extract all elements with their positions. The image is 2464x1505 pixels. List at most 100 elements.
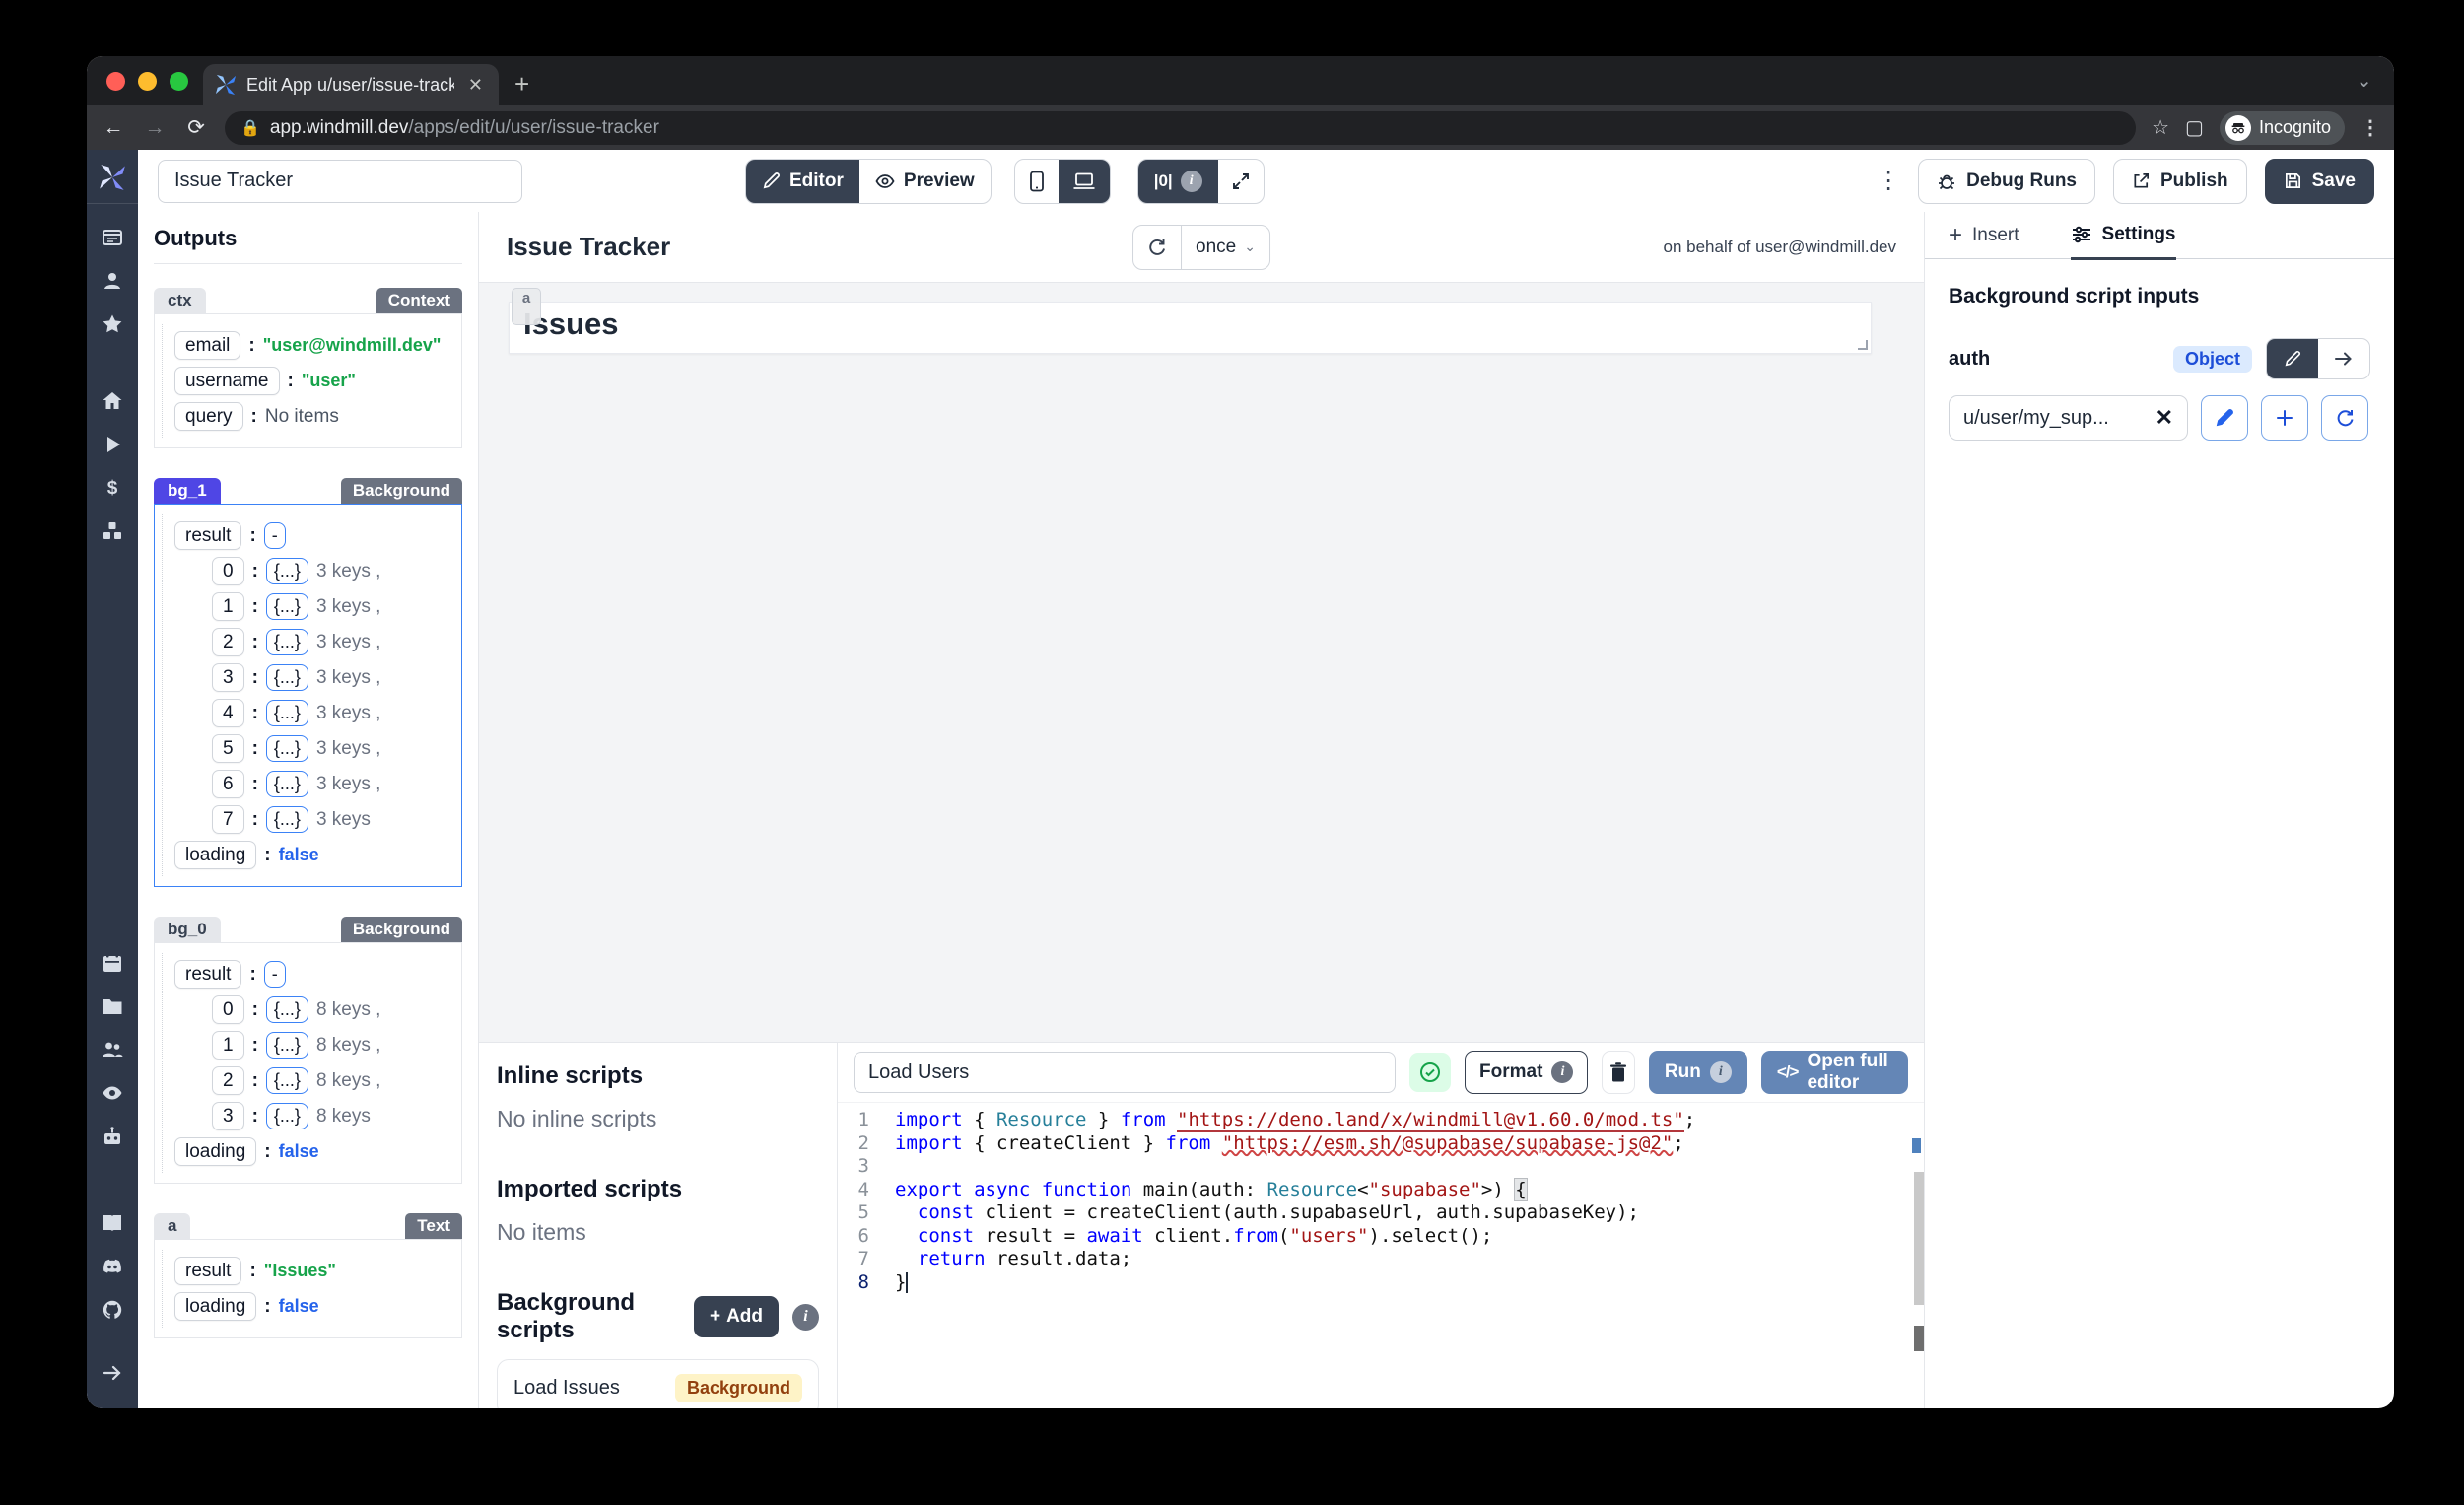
script-name-input[interactable]	[854, 1052, 1396, 1093]
calendar-icon[interactable]	[87, 941, 138, 985]
app-canvas[interactable]: a Issues	[479, 283, 1924, 1042]
home-icon[interactable]	[87, 379, 138, 423]
output-key-pill[interactable]: loading	[174, 1292, 256, 1321]
more-menu-icon[interactable]: ⋮	[1877, 170, 1900, 193]
format-button[interactable]: Formati	[1465, 1051, 1588, 1094]
publish-button[interactable]: Publish	[2113, 159, 2247, 204]
run-button[interactable]: Runi	[1649, 1051, 1747, 1094]
output-section-tab[interactable]: bg_0	[154, 917, 221, 942]
output-key-pill[interactable]: username	[174, 367, 280, 395]
url-field[interactable]: 🔒 app.windmill.dev/apps/edit/u/user/issu…	[225, 111, 2136, 145]
discord-icon[interactable]	[87, 1245, 138, 1288]
item-index-pill[interactable]: 5	[212, 734, 244, 763]
back-icon[interactable]: ←	[101, 116, 126, 140]
code-line[interactable]: 1import { Resource } from "https://deno.…	[838, 1109, 1924, 1132]
user-icon[interactable]	[87, 259, 138, 303]
connect-mode-button[interactable]	[2318, 339, 2369, 378]
code-editor[interactable]: 1import { Resource } from "https://deno.…	[838, 1102, 1924, 1408]
delete-script-button[interactable]	[1602, 1051, 1635, 1094]
star-icon[interactable]	[87, 303, 138, 346]
debug-runs-button[interactable]: Debug Runs	[1918, 159, 2095, 204]
fullscreen-button[interactable]	[1218, 160, 1264, 203]
item-index-pill[interactable]: 2	[212, 628, 244, 656]
code-line[interactable]: 6 const result = await client.from("user…	[838, 1225, 1924, 1249]
editor-mode-button[interactable]: Editor	[746, 160, 859, 203]
outputs-bar-button[interactable]: |0| i	[1138, 160, 1218, 203]
users-icon[interactable]	[87, 1028, 138, 1071]
collapse-toggle[interactable]: -	[264, 961, 286, 988]
collapse-toggle[interactable]: -	[264, 522, 286, 549]
folder-icon[interactable]	[87, 985, 138, 1028]
desktop-view-button[interactable]	[1059, 160, 1110, 203]
browser-menu-icon[interactable]: ⋮	[2361, 115, 2380, 140]
expand-object-pill[interactable]: {...}	[266, 806, 308, 833]
app-name-input[interactable]	[158, 160, 522, 203]
output-section-tab[interactable]: a	[154, 1213, 190, 1239]
robot-icon[interactable]	[87, 1115, 138, 1158]
expand-object-pill[interactable]: {...}	[266, 735, 308, 762]
refresh-mode-dropdown[interactable]: once ⌄	[1182, 226, 1269, 269]
close-window-button[interactable]	[106, 72, 125, 91]
tab-search-chevron-icon[interactable]: ⌄	[2356, 68, 2372, 93]
item-index-pill[interactable]: 3	[212, 1102, 244, 1130]
item-index-pill[interactable]: 4	[212, 699, 244, 727]
refresh-button[interactable]	[1133, 226, 1182, 269]
forward-icon[interactable]: →	[142, 116, 168, 140]
output-section-tab[interactable]: ctx	[154, 288, 206, 313]
expand-object-pill[interactable]: {...}	[266, 700, 308, 726]
code-line[interactable]: 7 return result.data;	[838, 1248, 1924, 1271]
expand-object-pill[interactable]: {...}	[266, 664, 308, 691]
cubes-icon[interactable]	[87, 510, 138, 553]
preview-mode-button[interactable]: Preview	[859, 160, 991, 203]
resource-input[interactable]: u/user/my_sup... ✕	[1949, 395, 2188, 441]
output-key-pill[interactable]: loading	[174, 1137, 256, 1166]
expand-object-pill[interactable]: {...}	[266, 593, 308, 620]
save-button[interactable]: Save	[2265, 159, 2374, 204]
side-panel-icon[interactable]: ▢	[2185, 115, 2204, 140]
output-key-pill[interactable]: result	[174, 521, 241, 550]
output-key-pill[interactable]: email	[174, 331, 240, 360]
code-line[interactable]: 3	[838, 1155, 1924, 1179]
collapse-sidebar-icon[interactable]	[87, 1351, 138, 1395]
open-full-editor-button[interactable]: </> Open full editor	[1761, 1051, 1908, 1094]
output-key-pill[interactable]: result	[174, 960, 241, 989]
item-index-pill[interactable]: 0	[212, 995, 244, 1024]
item-index-pill[interactable]: 2	[212, 1066, 244, 1095]
expand-object-pill[interactable]: {...}	[266, 1103, 308, 1129]
code-line[interactable]: 5 const client = createClient(auth.supab…	[838, 1201, 1924, 1225]
add-background-script-button[interactable]: +Add	[694, 1296, 779, 1337]
minimize-window-button[interactable]	[138, 72, 157, 91]
add-resource-button[interactable]	[2261, 395, 2308, 441]
item-index-pill[interactable]: 0	[212, 557, 244, 585]
item-index-pill[interactable]: 7	[212, 805, 244, 834]
expand-object-pill[interactable]: {...}	[266, 996, 308, 1023]
code-line[interactable]: 4export async function main(auth: Resour…	[838, 1179, 1924, 1202]
output-key-pill[interactable]: query	[174, 402, 243, 431]
output-key-pill[interactable]: result	[174, 1257, 241, 1285]
item-index-pill[interactable]: 6	[212, 770, 244, 798]
static-mode-button[interactable]	[2267, 339, 2318, 378]
expand-object-pill[interactable]: {...}	[266, 558, 308, 584]
new-tab-button[interactable]: +	[514, 69, 529, 105]
text-component[interactable]: a Issues	[509, 302, 1872, 354]
github-icon[interactable]	[87, 1288, 138, 1332]
item-index-pill[interactable]: 1	[212, 1031, 244, 1060]
resize-handle[interactable]	[1858, 340, 1868, 350]
expand-object-pill[interactable]: {...}	[266, 1032, 308, 1059]
item-index-pill[interactable]: 1	[212, 592, 244, 621]
mobile-view-button[interactable]	[1015, 160, 1059, 203]
background-script-row[interactable]: Load IssuesBackground	[497, 1359, 819, 1408]
tab-close-icon[interactable]: ✕	[464, 75, 487, 96]
item-index-pill[interactable]: 3	[212, 663, 244, 692]
expand-object-pill[interactable]: {...}	[266, 1067, 308, 1094]
output-key-pill[interactable]: loading	[174, 841, 256, 869]
tab-settings[interactable]: Settings	[2071, 212, 2176, 260]
maximize-window-button[interactable]	[170, 72, 188, 91]
expand-object-pill[interactable]: {...}	[266, 771, 308, 797]
book-icon[interactable]	[87, 1201, 138, 1245]
windmill-logo-icon[interactable]	[87, 150, 138, 204]
tab-insert[interactable]: + Insert	[1949, 212, 2019, 258]
output-section-tab[interactable]: bg_1	[154, 478, 221, 504]
bookmark-star-icon[interactable]: ☆	[2152, 115, 2169, 140]
reload-icon[interactable]: ⟳	[183, 115, 209, 140]
